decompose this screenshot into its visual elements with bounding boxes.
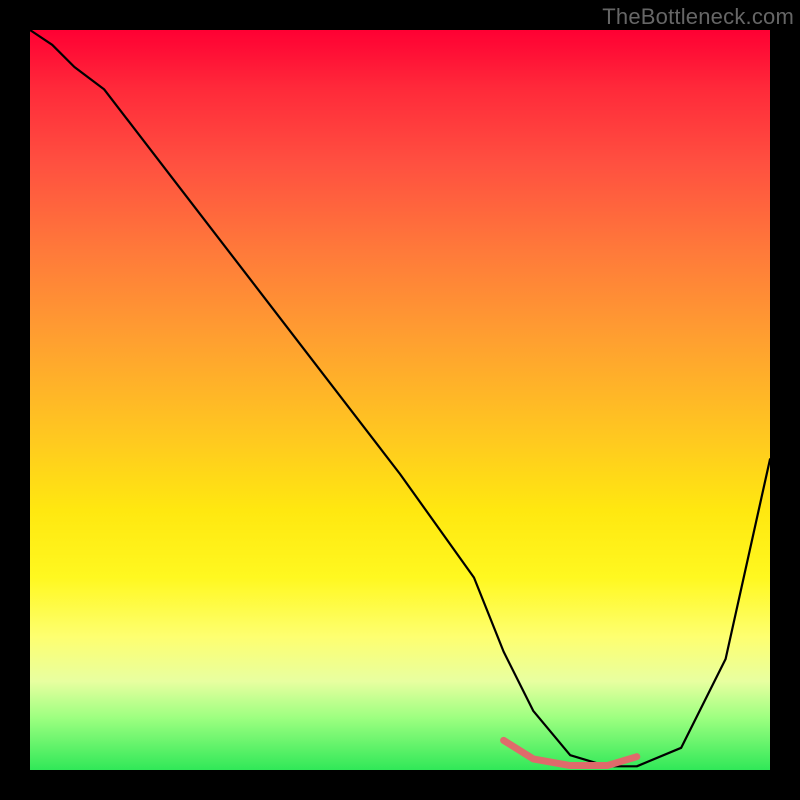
plot-area — [30, 30, 770, 770]
watermark-text: TheBottleneck.com — [602, 4, 794, 30]
trough-highlight — [504, 740, 637, 765]
main-curve — [30, 30, 770, 766]
chart-container: TheBottleneck.com — [0, 0, 800, 800]
chart-svg — [30, 30, 770, 770]
